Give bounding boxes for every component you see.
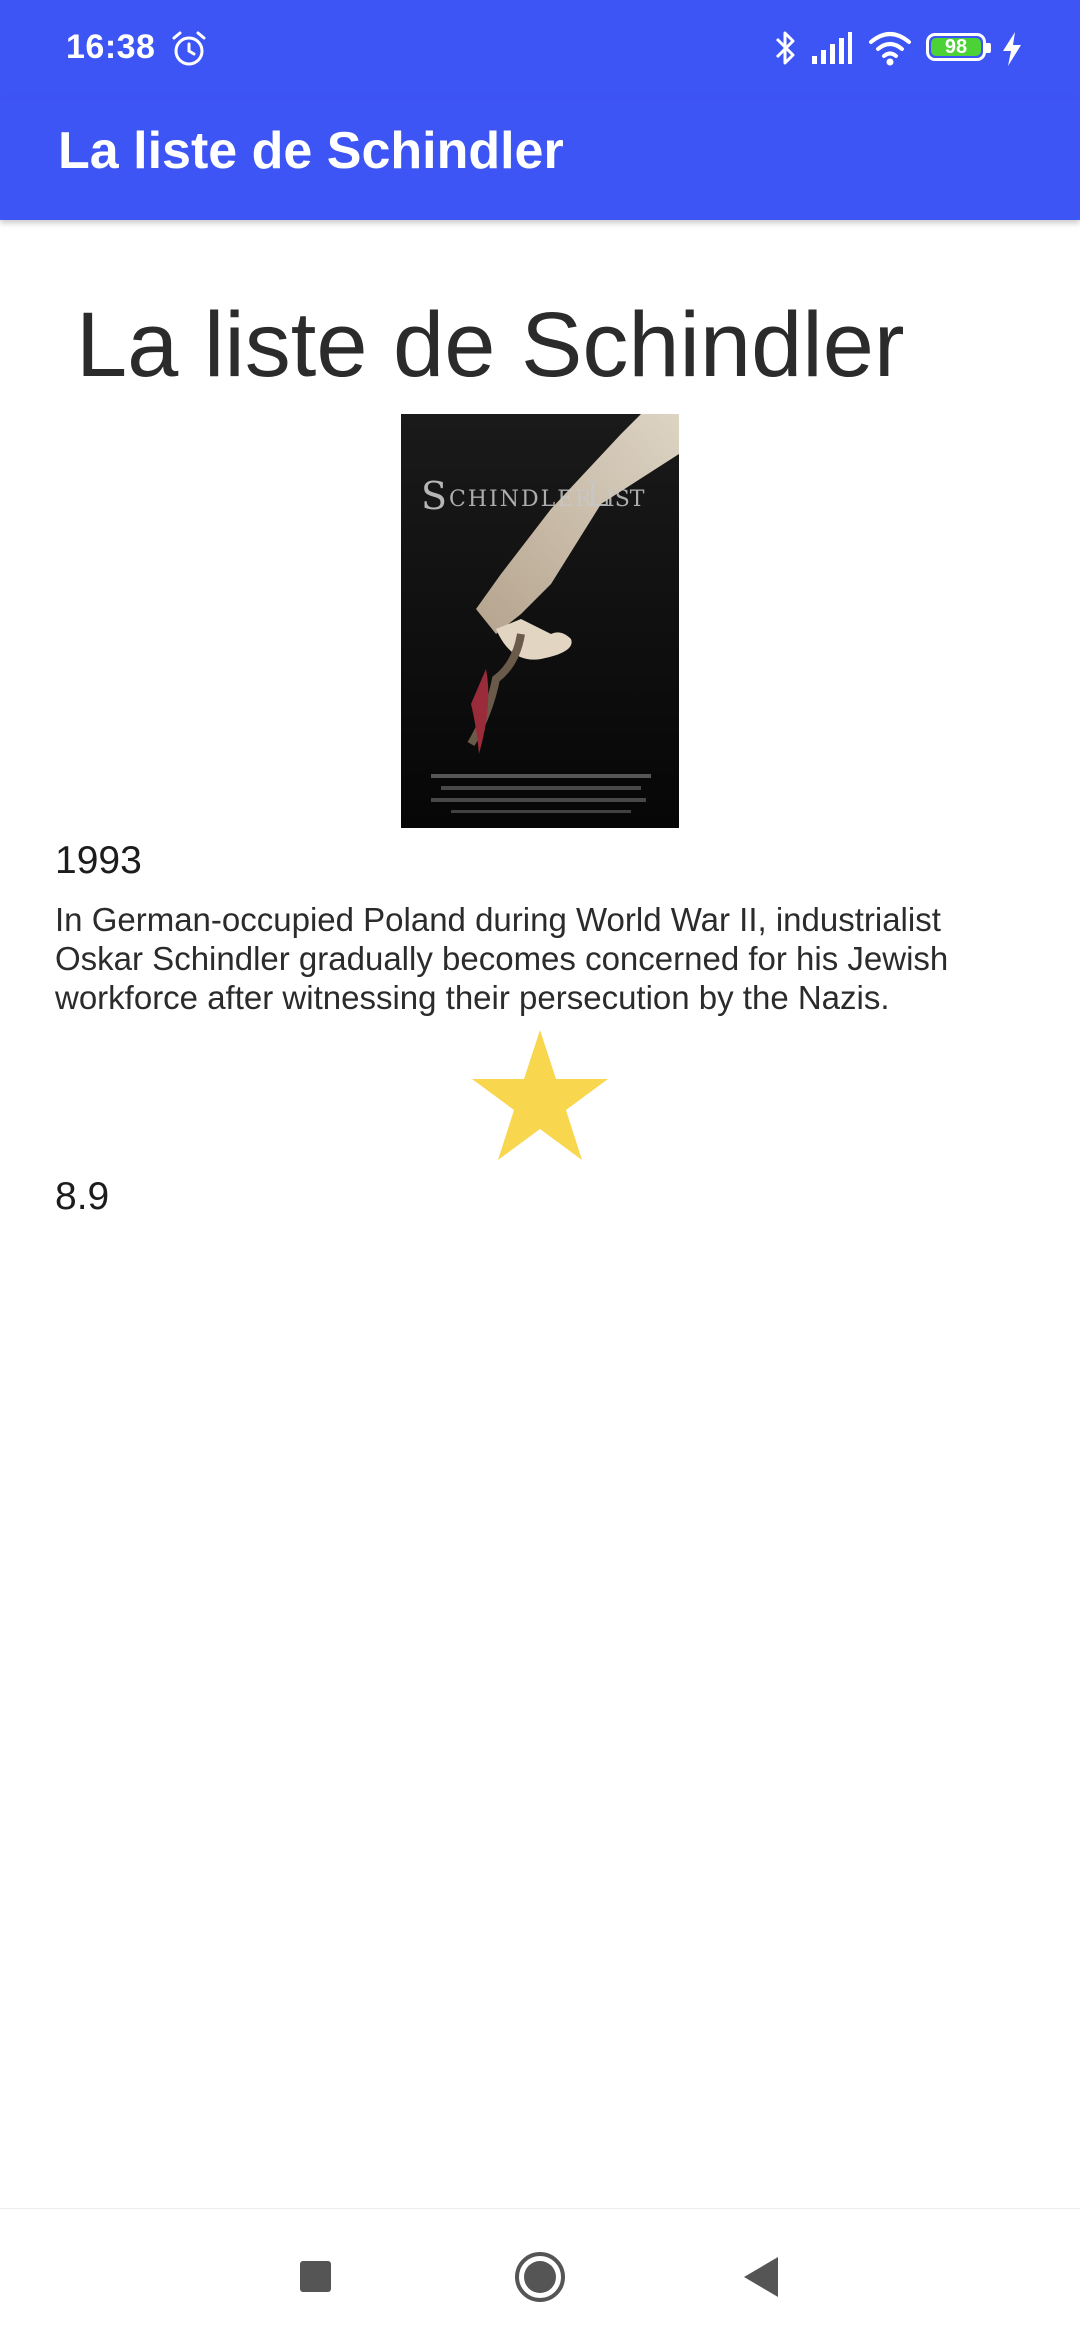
- home-icon[interactable]: [514, 2251, 566, 2303]
- alarm-icon: [172, 31, 206, 66]
- movie-overview: In German-occupied Poland during World W…: [55, 901, 949, 1016]
- svg-text:IST: IST: [606, 487, 645, 512]
- movie-title: La liste de Schindler: [76, 294, 905, 396]
- battery-icon: 98: [926, 33, 991, 61]
- signal-icon: [812, 32, 852, 64]
- status-time: 16:38: [66, 28, 156, 66]
- system-nav-bar: [0, 2208, 1080, 2341]
- battery-level: 98: [944, 36, 968, 58]
- movie-rating: 8.9: [55, 1175, 110, 1218]
- movie-poster: S CHINDLER L IST: [401, 414, 679, 828]
- svg-text:CHINDLER: CHINDLER: [449, 487, 594, 512]
- app-toolbar: La liste de Schindler: [0, 98, 1080, 220]
- bluetooth-icon: [775, 31, 795, 65]
- svg-text:S: S: [421, 474, 447, 518]
- recent-apps-icon[interactable]: [300, 2261, 331, 2292]
- wifi-icon: [869, 32, 911, 66]
- poster-image: S CHINDLER L IST: [401, 414, 679, 828]
- status-bar: 16:38 98: [0, 0, 1080, 98]
- back-icon[interactable]: [744, 2257, 778, 2297]
- release-year: 1993: [55, 839, 142, 882]
- charging-icon: [1003, 32, 1021, 66]
- toolbar-title: La liste de Schindler: [58, 122, 564, 180]
- star-icon: [472, 1030, 608, 1160]
